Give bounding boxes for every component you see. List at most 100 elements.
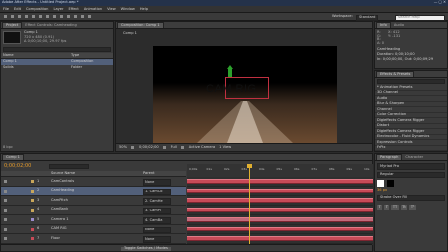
layer-duration-bar[interactable] <box>187 179 373 184</box>
menu-window[interactable]: Window <box>121 7 135 12</box>
label-color-swatch[interactable] <box>31 189 34 193</box>
layer-row[interactable]: 5 Camera 1 4. CamBa <box>1 215 186 225</box>
col-name[interactable]: Name <box>3 53 71 57</box>
tab-audio[interactable]: Audio <box>392 22 406 28</box>
menu-help[interactable]: Help <box>140 7 148 12</box>
font-family-select[interactable]: Myriad Pro <box>377 163 445 170</box>
layer-duration-bar[interactable] <box>187 217 373 222</box>
views-count-select[interactable]: 1 View <box>219 145 231 149</box>
layer-row[interactable]: 6 CAM RIG None <box>1 224 186 234</box>
col-parent[interactable]: Parent <box>143 171 155 176</box>
brush-tool-icon[interactable] <box>67 15 70 18</box>
text-tool-icon[interactable] <box>60 15 63 18</box>
layer-duration-bar[interactable] <box>187 226 373 232</box>
label-color-swatch[interactable] <box>31 199 34 202</box>
comp-subtab[interactable]: Comp 1 <box>123 31 137 36</box>
playhead[interactable] <box>249 164 250 245</box>
comp-timecode[interactable]: 0;00;02;00 <box>139 145 159 149</box>
label-color-swatch[interactable] <box>31 218 34 221</box>
timeline-search-input[interactable] <box>49 164 89 169</box>
visibility-eye-icon[interactable] <box>4 199 7 202</box>
layer-duration-bar[interactable] <box>187 198 373 203</box>
menu-composition[interactable]: Composition <box>26 7 48 12</box>
window-controls-icon[interactable]: — ▢ ✕ <box>434 0 446 5</box>
layer-name[interactable]: Camera 1 <box>51 217 69 222</box>
layer-row[interactable]: 7 Floor None <box>1 234 186 244</box>
label-color-swatch[interactable] <box>31 227 34 231</box>
y-axis-handle-icon[interactable] <box>228 68 232 77</box>
camera-snapshot-icon[interactable] <box>162 146 166 149</box>
tab-effects-presets[interactable]: Effects & Presets <box>376 71 415 77</box>
stroke-mode-select[interactable]: Stroke Over Fill <box>377 194 445 202</box>
layer-name[interactable]: CAM RIG <box>51 226 67 231</box>
project-item-folder[interactable]: Solids Folder <box>1 65 113 71</box>
tab-character[interactable]: Character <box>403 154 425 160</box>
visibility-eye-icon[interactable] <box>4 180 7 183</box>
tab-project[interactable]: Project <box>2 22 23 28</box>
region-icon[interactable] <box>180 146 184 149</box>
zoom-select[interactable]: 50% <box>119 145 127 149</box>
label-color-swatch[interactable] <box>31 208 34 212</box>
layer-parent-select[interactable]: None <box>143 226 171 234</box>
tab-effect-controls[interactable]: Effect Controls: Camheading <box>23 22 78 28</box>
zoom-tool-icon[interactable] <box>18 15 21 18</box>
label-color-swatch[interactable] <box>31 180 34 183</box>
pen-tool-icon[interactable] <box>53 15 56 18</box>
tab-timeline-comp[interactable]: Comp 1 <box>2 154 24 160</box>
layer-duration-bar[interactable] <box>187 236 373 241</box>
playhead-handle-icon[interactable] <box>247 164 252 168</box>
layer-parent-select[interactable]: None <box>143 179 171 186</box>
layer-name[interactable]: CamPitch <box>51 198 68 203</box>
effect-category-item[interactable]: FrPix <box>375 146 447 151</box>
visibility-eye-icon[interactable] <box>4 227 7 231</box>
tab-paragraph[interactable]: Paragraph <box>376 154 403 160</box>
layer-parent-select[interactable]: 4. CamBa <box>143 217 171 224</box>
effects-search-input[interactable] <box>377 79 445 84</box>
label-color-swatch[interactable] <box>31 237 34 240</box>
clone-tool-icon[interactable] <box>74 15 77 18</box>
layer-parent-select[interactable]: 2. CamHe <box>143 198 171 205</box>
menu-file[interactable]: File <box>3 7 9 12</box>
layer-name[interactable]: CamControls <box>51 179 74 184</box>
fill-color-swatch[interactable] <box>377 180 384 188</box>
selection-tool-icon[interactable] <box>4 15 7 18</box>
time-ruler[interactable]: 0;00s 01s 02s 03s 04s 05s 06s 07s 08s 09s 10s <box>187 164 373 177</box>
tab-info[interactable]: Info <box>376 22 391 28</box>
track-area[interactable] <box>187 177 373 245</box>
project-search-input[interactable] <box>3 47 111 52</box>
pan-tool-icon[interactable] <box>39 15 42 18</box>
eraser-tool-icon[interactable] <box>81 15 84 18</box>
rotate-tool-icon[interactable] <box>25 15 28 18</box>
layer-row[interactable]: 1 CamControls None <box>1 177 186 187</box>
grid-icon[interactable] <box>131 146 134 149</box>
layer-parent-select[interactable]: None <box>143 236 171 243</box>
layer-duration-bar[interactable] <box>187 207 373 213</box>
layer-parent-select[interactable]: 1. CamCo <box>143 188 171 196</box>
timeline-timecode[interactable]: 0;00;02;00 <box>4 164 31 169</box>
visibility-eye-icon[interactable] <box>4 189 7 193</box>
font-size-value[interactable]: 36 px <box>377 189 445 193</box>
stroke-color-swatch[interactable] <box>387 180 394 188</box>
bit-depth[interactable]: 8 bpc <box>3 146 13 150</box>
puppet-tool-icon[interactable] <box>88 15 91 18</box>
menu-layer[interactable]: Layer <box>53 7 63 12</box>
layer-duration-bar[interactable] <box>187 188 373 194</box>
mask-tool-icon[interactable] <box>46 15 49 18</box>
view-select[interactable]: Active Camera <box>189 145 215 149</box>
tab-composition[interactable]: Composition: Comp 1 <box>117 22 164 28</box>
menu-animation[interactable]: Animation <box>84 7 102 12</box>
quality-select[interactable]: Full <box>171 145 177 149</box>
layer-name[interactable]: CamHeading <box>51 188 74 193</box>
layer-name[interactable]: CamBank <box>51 207 68 212</box>
layer-name[interactable]: Floor <box>51 236 60 241</box>
visibility-eye-icon[interactable] <box>4 237 7 240</box>
menu-edit[interactable]: Edit <box>14 7 21 12</box>
menu-effect[interactable]: Effect <box>68 7 78 12</box>
toggle-switches-modes[interactable]: Toggle Switches / Modes <box>121 246 171 252</box>
hand-tool-icon[interactable] <box>11 15 14 18</box>
layer-row[interactable]: 4 CamBank 3. CamPi <box>1 205 186 215</box>
menu-view[interactable]: View <box>107 7 116 12</box>
layer-row[interactable]: 3 CamPitch 2. CamHe <box>1 196 186 206</box>
layer-parent-select[interactable]: 3. CamPi <box>143 207 171 215</box>
col-source-name[interactable]: Source Name <box>51 171 75 176</box>
